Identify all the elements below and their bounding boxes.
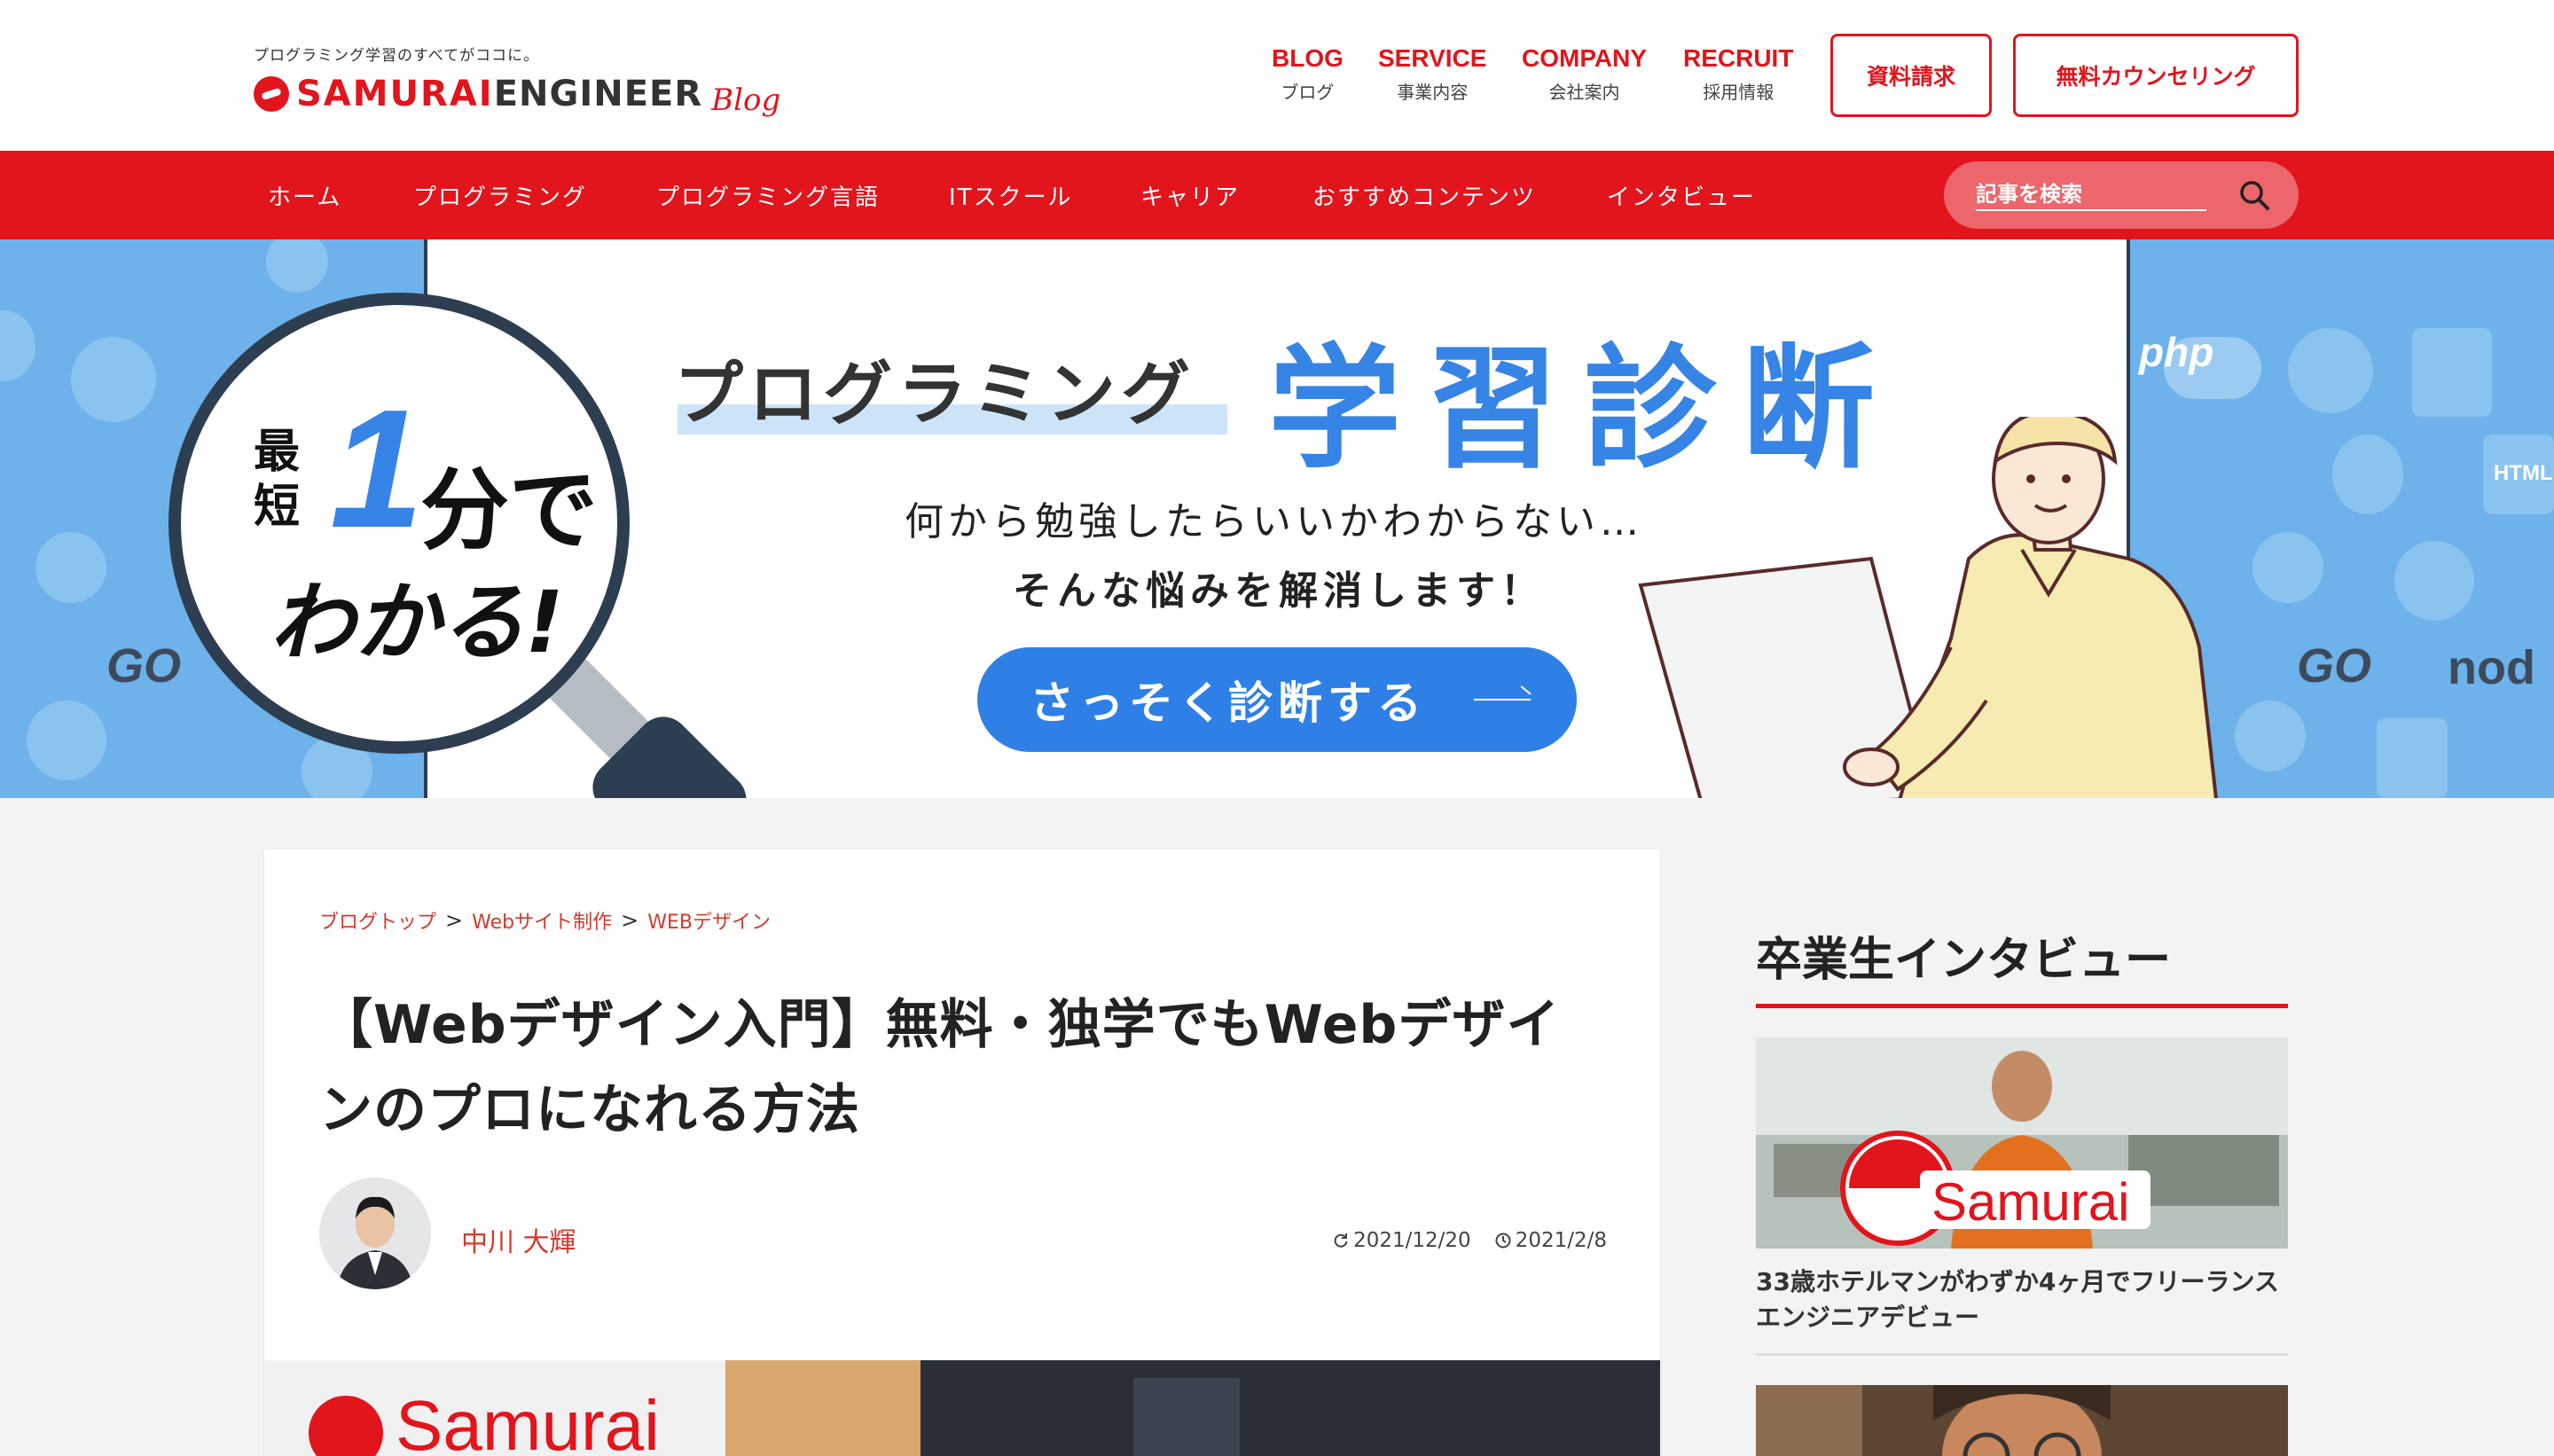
gnav-company[interactable]: COMPANY 会社案内 bbox=[1522, 44, 1647, 104]
sidebar-title: 卒業生インタビュー bbox=[1756, 934, 2172, 987]
interview-card-divider bbox=[1756, 1353, 2288, 1356]
person-with-laptop-illustration bbox=[1638, 417, 2218, 798]
language-logo-icon bbox=[0, 310, 35, 381]
updated-icon bbox=[1334, 1233, 1348, 1248]
gnav-blog[interactable]: BLOG ブログ bbox=[1272, 44, 1344, 104]
start-diagnosis-button[interactable]: さっそく診断する bbox=[977, 647, 1577, 752]
angular-logo-icon bbox=[2412, 328, 2492, 417]
article-title: 【Webデザイン入門】無料・独学でもWebデザインのプロになれる方法 bbox=[319, 994, 1561, 1141]
breadcrumb-website[interactable]: Webサイト制作 bbox=[472, 906, 612, 935]
breadcrumb-web-design[interactable]: WEBデザイン bbox=[647, 906, 771, 935]
arrow-right-icon bbox=[1474, 699, 1531, 701]
nav-item-programming[interactable]: プログラミング bbox=[413, 179, 587, 212]
jquery-logo-icon bbox=[2394, 541, 2474, 621]
article-card: ブログトップ > Webサイト制作 > WEBデザイン 【Webデザイン入門】無… bbox=[264, 849, 1660, 1456]
html-logo-text: HTML bbox=[2494, 461, 2553, 485]
banner-fun-text: 分で bbox=[420, 458, 598, 562]
search-box bbox=[1944, 161, 2299, 229]
nav-item-home[interactable]: ホーム bbox=[268, 179, 341, 212]
gnav-service[interactable]: SERVICE 事業内容 bbox=[1378, 44, 1486, 104]
banner-saitan-text: 最短 bbox=[254, 426, 301, 534]
sidebar-title-underline bbox=[1756, 1004, 2288, 1008]
logo-samurai-text: SAMURAI bbox=[296, 74, 494, 114]
free-counseling-button[interactable]: 無料カウンセリング bbox=[2013, 34, 2299, 117]
banner-one-number: 1 bbox=[330, 375, 424, 563]
logo-tagline: プログラミング学習のすべてがココに。 bbox=[254, 47, 540, 65]
start-diagnosis-label: さっそく診断する bbox=[1030, 677, 1427, 729]
breadcrumb-separator: > bbox=[621, 908, 639, 933]
nav-item-it-school[interactable]: ITスクール bbox=[949, 179, 1073, 212]
c-sharp-logo-icon bbox=[71, 337, 156, 422]
gnav-service-jp: 事業内容 bbox=[1397, 82, 1469, 103]
gnav-blog-jp: ブログ bbox=[1281, 82, 1335, 103]
banner-wakaru-text: わかる! bbox=[270, 573, 564, 672]
gnav-recruit-jp: 採用情報 bbox=[1703, 82, 1774, 103]
nav-item-interview[interactable]: インタビュー bbox=[1607, 179, 1756, 212]
site-header: プログラミング学習のすべてがココに。 SAMURAI ENGINEER Blog… bbox=[0, 0, 2554, 151]
banner-subtext-1: 何から勉強したらいいかわからない… bbox=[905, 499, 1643, 544]
gnav-recruit-en: RECRUIT bbox=[1683, 44, 1794, 72]
article-dates: 2021/12/20 2021/2/8 bbox=[1332, 1229, 1607, 1252]
c-plus-plus-logo-icon bbox=[266, 239, 328, 293]
gnav-recruit[interactable]: RECRUIT 採用情報 bbox=[1683, 44, 1793, 104]
css-logo-icon bbox=[2377, 718, 2448, 798]
nodejs-logo-icon: nod bbox=[2448, 641, 2535, 694]
banner-subtext-2: そんな悩みを解消します！ bbox=[1013, 568, 1545, 614]
interview-card-sign-text: Samurai bbox=[1931, 1172, 2129, 1232]
logo-blog-text: Blog bbox=[711, 82, 781, 118]
go-logo-icon: GO bbox=[106, 639, 182, 693]
clock-icon bbox=[1495, 1233, 1511, 1249]
nav-item-career[interactable]: キャリア bbox=[1140, 179, 1240, 212]
interview-card-caption[interactable]: 33歳ホテルマンがわずか4ヶ月でフリーランスエンジニアデビュー bbox=[1756, 1264, 2297, 1335]
updated-date: 2021/12/20 bbox=[1353, 1229, 1471, 1252]
php-logo-text: php bbox=[2139, 329, 2214, 375]
breadcrumb-blog-top[interactable]: ブログトップ bbox=[319, 906, 436, 935]
author-avatar[interactable] bbox=[319, 1178, 431, 1289]
learning-diagnosis-banner[interactable]: GO php HTML GO nod 最短 1 分で わかる! プログラミング … bbox=[0, 239, 2554, 798]
site-logo[interactable]: プログラミング学習のすべてがココに。 SAMURAI ENGINEER Blog bbox=[254, 43, 780, 118]
interview-card-image[interactable]: Samurai bbox=[1756, 1037, 2288, 1249]
gnav-blog-en: BLOG bbox=[1272, 44, 1344, 72]
magnifier-icon: 最短 1 分で わかる! bbox=[168, 293, 630, 754]
published-date: 2021/2/8 bbox=[1515, 1229, 1607, 1252]
samurai-logo-mark-icon bbox=[254, 76, 289, 112]
c-logo-icon bbox=[27, 701, 106, 780]
interview-card-image-2[interactable] bbox=[1756, 1385, 2288, 1456]
go-logo-icon: GO bbox=[2297, 639, 2372, 693]
banner-programming-heading: プログラミング bbox=[674, 355, 1196, 434]
author-name[interactable]: 中川 大輝 bbox=[461, 1220, 576, 1259]
search-icon[interactable] bbox=[2237, 177, 2272, 213]
gnav-company-jp: 会社案内 bbox=[1548, 82, 1620, 103]
c-sharp-logo-icon bbox=[2288, 328, 2373, 413]
logo-engineer-text: ENGINEER bbox=[493, 74, 703, 114]
nav-item-languages[interactable]: プログラミング言語 bbox=[656, 179, 880, 212]
python-logo-icon bbox=[35, 532, 106, 603]
breadcrumb: ブログトップ > Webサイト制作 > WEBデザイン bbox=[319, 906, 771, 935]
eyecatch-logo-text: Samurai bbox=[396, 1386, 660, 1456]
category-navbar: ホーム プログラミング プログラミング言語 ITスクール キャリア おすすめコン… bbox=[0, 151, 2554, 239]
nav-item-recommended[interactable]: おすすめコンテンツ bbox=[1312, 179, 1536, 212]
gnav-service-en: SERVICE bbox=[1378, 44, 1487, 72]
gnav-company-en: COMPANY bbox=[1522, 44, 1648, 72]
breadcrumb-separator: > bbox=[445, 908, 464, 933]
request-materials-button[interactable]: 資料請求 bbox=[1830, 34, 1992, 117]
article-eyecatch-image: Samurai bbox=[264, 1360, 1660, 1456]
java-logo-icon bbox=[2332, 434, 2403, 514]
search-input[interactable] bbox=[1976, 179, 2206, 211]
